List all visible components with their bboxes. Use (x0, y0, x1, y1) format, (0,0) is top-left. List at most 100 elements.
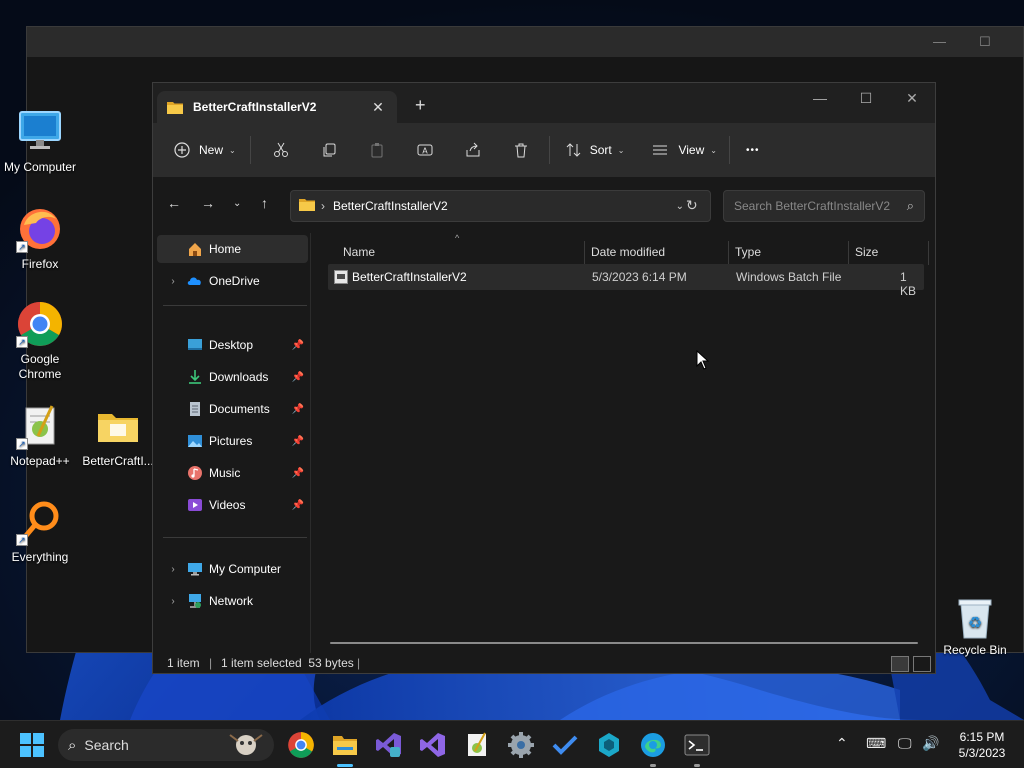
expand-chevron-icon[interactable]: › (165, 276, 181, 287)
volume-icon[interactable]: 🔊 (922, 735, 939, 752)
taskbar-todo-checkmark-icon[interactable] (551, 731, 579, 759)
background-window-titlebar[interactable]: — ☐ (27, 27, 1023, 57)
nav-item-downloads[interactable]: Downloads 📌 (157, 363, 308, 391)
back-arrow-icon[interactable]: ← (167, 195, 181, 211)
taskbar-search-box[interactable]: ⌕ Search (58, 729, 274, 761)
view-button[interactable]: View ⌄ (650, 134, 717, 166)
pin-icon[interactable]: 📌 (292, 404, 304, 415)
column-divider[interactable] (584, 241, 585, 265)
network-monitor-icon[interactable]: 🖵 (898, 735, 912, 752)
toolbar-divider (728, 136, 730, 164)
tab-title: BetterCraftInstallerV2 (193, 100, 317, 114)
breadcrumb-current-folder[interactable]: BetterCraftInstallerV2 (333, 199, 676, 213)
expand-chevron-icon[interactable]: › (165, 596, 181, 607)
pin-icon[interactable]: 📌 (292, 372, 304, 383)
new-button-label: New (199, 143, 224, 157)
sort-button[interactable]: Sort ⌄ (564, 134, 625, 166)
paste-icon[interactable] (361, 134, 393, 166)
video-icon (187, 497, 203, 513)
close-icon[interactable]: ✕ (889, 83, 935, 115)
nav-item-documents[interactable]: Documents 📌 (157, 395, 308, 423)
nav-item-network[interactable]: › Network (157, 587, 308, 615)
pin-icon[interactable]: 📌 (292, 340, 304, 351)
tab-bettercraftinstallerv2[interactable]: BetterCraftInstallerV2 ✕ (157, 91, 397, 123)
clock[interactable]: 6:15 PM 5/3/2023 (952, 729, 1012, 761)
nav-item-onedrive[interactable]: › OneDrive (157, 267, 308, 295)
taskbar-settings-gear-icon[interactable] (507, 731, 535, 759)
sort-ascending-caret-icon: ^ (455, 233, 460, 243)
folder-icon (299, 198, 315, 214)
pin-icon[interactable]: 📌 (292, 468, 304, 479)
desktop-icon-everything[interactable]: ↗ Everything (0, 498, 80, 564)
address-bar[interactable]: › BetterCraftInstallerV2 ⌄ ↻ (290, 190, 711, 222)
navigation-pane: Home › OneDrive Desktop 📌 Downloads 📌 Do… (153, 233, 311, 653)
cut-icon[interactable] (265, 134, 297, 166)
new-button[interactable]: New ⌄ (171, 134, 236, 166)
svg-text:A: A (422, 147, 428, 156)
delete-icon[interactable] (505, 134, 537, 166)
file-explorer-window[interactable]: BetterCraftInstallerV2 ✕ + — ☐ ✕ New ⌄ A… (152, 82, 936, 674)
desktop-icon-my-computer[interactable]: My Computer (0, 108, 80, 174)
expand-chevron-icon[interactable]: › (165, 564, 181, 575)
more-options-icon[interactable]: ••• (746, 134, 760, 166)
nav-item-pictures[interactable]: Pictures 📌 (157, 427, 308, 455)
up-arrow-icon[interactable]: ↑ (261, 195, 268, 211)
column-header-type[interactable]: Type (735, 245, 761, 265)
desktop-icon-firefox[interactable]: ↗ Firefox (0, 205, 80, 271)
taskbar-visual-studio-icon[interactable] (419, 731, 447, 759)
show-hidden-icons-chevron-icon[interactable]: ⌃ (836, 735, 848, 752)
column-header-name[interactable]: Name (343, 245, 375, 265)
address-history-chevron-icon[interactable]: ⌄ (676, 201, 684, 212)
start-windows-icon[interactable] (20, 733, 44, 757)
taskbar-edge-icon[interactable] (639, 731, 667, 767)
taskbar-file-explorer-icon[interactable] (331, 731, 359, 767)
desktop-icon-google-chrome[interactable]: ↗ Google Chrome (0, 300, 80, 382)
table-row[interactable]: BetterCraftInstallerV2 5/3/2023 6:14 PM … (328, 264, 924, 298)
onedrive-cloud-icon (187, 273, 203, 289)
chevron-down-icon: ⌄ (617, 145, 625, 155)
nav-item-label: My Computer (209, 562, 282, 576)
breadcrumb-chevron-icon[interactable]: › (321, 199, 325, 213)
column-divider[interactable] (728, 241, 729, 265)
search-icon[interactable]: ⌕ (907, 198, 914, 214)
taskbar-chrome-icon[interactable] (287, 731, 315, 759)
pin-icon[interactable]: 📌 (292, 436, 304, 447)
minimize-icon[interactable]: — (933, 35, 946, 48)
item-count: 1 item (167, 656, 200, 670)
desktop-icon-label: BetterCraftI... (82, 454, 154, 468)
pin-icon[interactable]: 📌 (292, 500, 304, 511)
status-bar: 1 item | 1 item selected 53 bytes | (153, 653, 935, 673)
column-divider[interactable] (848, 241, 849, 265)
minimize-icon[interactable]: — (797, 83, 843, 115)
horizontal-scrollbar[interactable] (330, 642, 918, 644)
share-icon[interactable] (457, 134, 489, 166)
taskbar-visual-studio-preview-icon[interactable] (375, 731, 403, 759)
copy-icon[interactable] (313, 134, 345, 166)
details-view-icon[interactable] (891, 656, 909, 672)
column-header-size[interactable]: Size (855, 245, 878, 265)
desktop-icon-notepad-plus-plus[interactable]: ↗ Notepad++ (0, 402, 80, 468)
recent-locations-chevron-icon[interactable]: ⌄ (233, 198, 241, 209)
taskbar-dev-home-icon[interactable] (595, 731, 623, 759)
column-divider[interactable] (928, 241, 929, 265)
taskbar-notepad-plus-plus-icon[interactable] (463, 731, 491, 759)
rename-icon[interactable]: A (409, 134, 441, 166)
maximize-icon[interactable]: ☐ (979, 35, 991, 48)
column-header-date-modified[interactable]: Date modified (591, 245, 665, 265)
desktop-icon-bettercraft-folder[interactable]: BetterCraftI... (78, 402, 158, 468)
new-tab-button[interactable]: + (415, 95, 426, 116)
nav-item-desktop[interactable]: Desktop 📌 (157, 331, 308, 359)
taskbar-terminal-icon[interactable] (683, 731, 711, 767)
maximize-icon[interactable]: ☐ (843, 83, 889, 115)
desktop-icon-recycle-bin[interactable]: ♻ Recycle Bin (940, 596, 1010, 657)
forward-arrow-icon[interactable]: → (201, 195, 215, 211)
refresh-icon[interactable]: ↻ (686, 197, 698, 214)
nav-item-home[interactable]: Home (157, 235, 308, 263)
keyboard-icon[interactable]: ⌨ (866, 735, 886, 752)
close-tab-icon[interactable]: ✕ (369, 99, 387, 116)
large-icons-view-icon[interactable] (913, 656, 931, 672)
nav-item-videos[interactable]: Videos 📌 (157, 491, 308, 519)
nav-item-my-computer[interactable]: › My Computer (157, 555, 308, 583)
nav-item-music[interactable]: Music 📌 (157, 459, 308, 487)
search-input[interactable]: Search BetterCraftInstallerV2 ⌕ (723, 190, 925, 222)
